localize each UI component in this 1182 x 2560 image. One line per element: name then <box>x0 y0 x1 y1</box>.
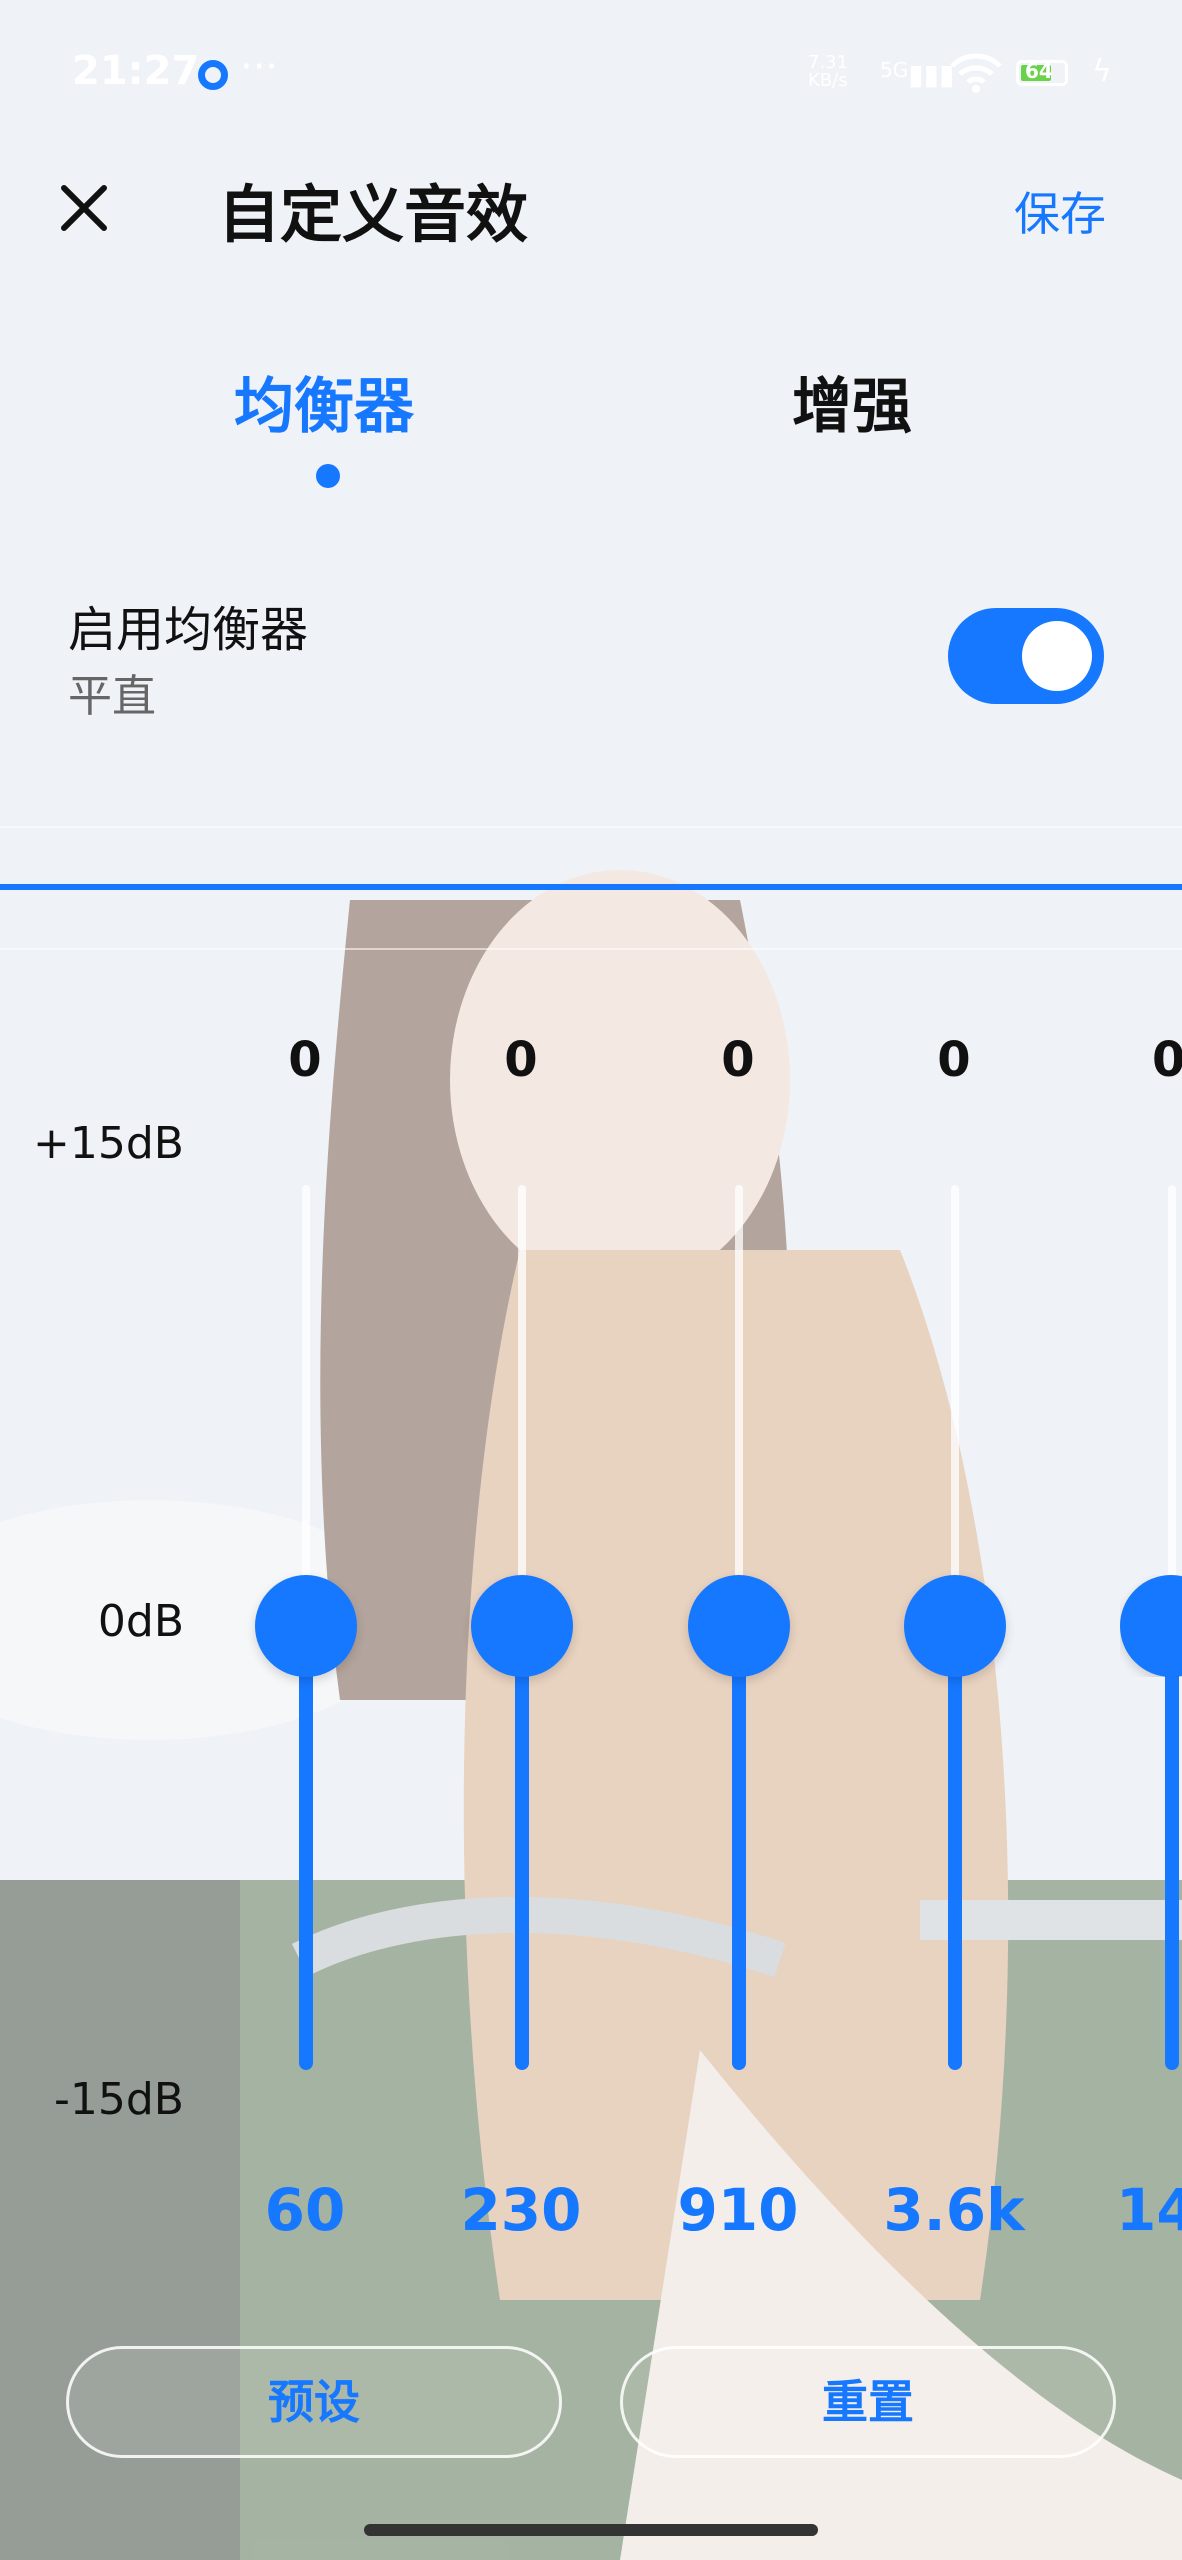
network-speed: 7.31 KB/s <box>808 52 849 91</box>
battery-level: 64 <box>1025 59 1053 83</box>
band-value: 0 <box>504 1032 538 1088</box>
band-track-lower <box>948 1625 962 2070</box>
page-title: 自定义音效 <box>218 178 529 251</box>
charging-icon: ϟ <box>1092 54 1112 89</box>
band-value: 0 <box>1152 1032 1182 1088</box>
battery-icon: 64 <box>1016 59 1068 86</box>
band-track-upper <box>735 1185 743 1625</box>
band-slider-thumb[interactable] <box>255 1575 357 1677</box>
home-indicator[interactable] <box>364 2524 818 2536</box>
band-slider-thumb[interactable] <box>904 1575 1006 1677</box>
curve-top-line <box>0 826 1182 828</box>
band-track-lower <box>732 1625 746 2070</box>
band-frequency: 230 <box>460 2176 582 2244</box>
eq-curve <box>0 884 1182 890</box>
db-mid-label: 0dB <box>97 1596 184 1647</box>
enable-equalizer-toggle[interactable] <box>948 608 1104 704</box>
tab-enhance[interactable]: 增强 <box>792 358 912 445</box>
wifi-icon <box>950 53 1002 93</box>
band-track-upper <box>302 1185 310 1625</box>
enable-equalizer-label: 启用均衡器 <box>68 602 309 658</box>
signal-icon: 5G▮▮▮ <box>880 58 955 91</box>
band-value-clip: 0 <box>1120 1032 1182 1088</box>
tab-equalizer[interactable]: 均衡器 <box>234 358 414 445</box>
curve-bottom-line <box>0 948 1182 950</box>
band-value: 0 <box>288 1032 322 1088</box>
band-frequency: 60 <box>264 2176 346 2244</box>
toggle-knob <box>1022 621 1092 691</box>
status-bar: 21:27 ··· 7.31 KB/s 5G▮▮▮ 64 ϟ <box>0 40 1182 110</box>
preset-button[interactable]: 预设 <box>66 2346 562 2458</box>
band-track-upper <box>951 1185 959 1625</box>
save-button[interactable]: 保存 <box>1014 178 1106 244</box>
band-track-lower <box>515 1625 529 2070</box>
band-track-lower <box>1165 1625 1179 2070</box>
band-frequency-clip: 14 <box>1116 2176 1182 2244</box>
band-frequency: 910 <box>677 2176 799 2244</box>
db-min-label: -15dB <box>54 2074 184 2125</box>
band-thumb-clip <box>1120 1575 1182 1677</box>
band-slider-thumb[interactable] <box>471 1575 573 1677</box>
app-notification-icon <box>198 60 228 90</box>
band-frequency: 3.6k <box>883 2176 1025 2244</box>
db-max-label: +15dB <box>33 1118 184 1169</box>
band-slider-thumb[interactable] <box>1120 1575 1182 1677</box>
band-frequency: 14 <box>1116 2176 1182 2244</box>
band-track-lower <box>299 1625 313 2070</box>
status-time: 21:27 <box>72 48 200 94</box>
reset-button[interactable]: 重置 <box>620 2346 1116 2458</box>
network-type: 5G <box>880 58 909 82</box>
band-track-upper <box>518 1185 526 1625</box>
band-value: 0 <box>937 1032 971 1088</box>
preset-name: 平直 <box>68 671 156 722</box>
band-slider-thumb[interactable] <box>688 1575 790 1677</box>
close-icon[interactable] <box>56 180 112 236</box>
band-value: 0 <box>721 1032 755 1088</box>
active-tab-indicator <box>316 464 340 488</box>
band-track-upper <box>1168 1185 1176 1625</box>
more-notifications-icon: ··· <box>240 44 279 90</box>
